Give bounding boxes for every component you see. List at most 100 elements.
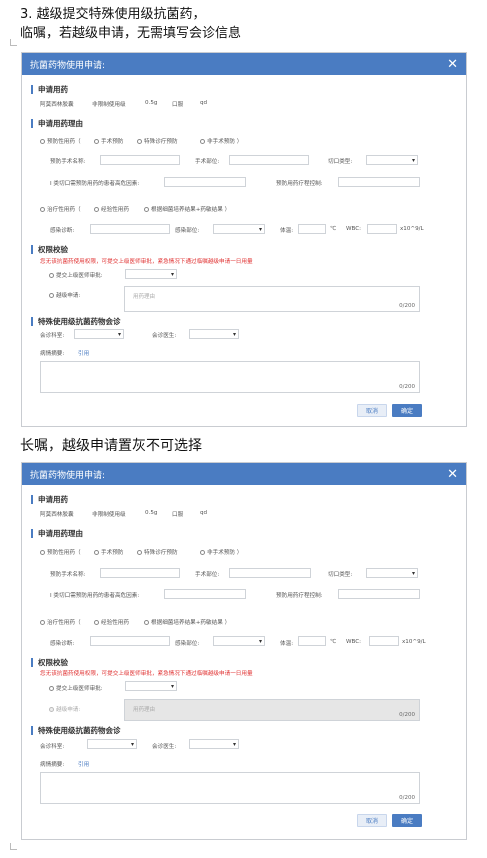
consult-dept-select[interactable]: ▾ xyxy=(74,329,124,339)
radio-culture-result[interactable]: 根据细菌培养结果+药敏结果 ） xyxy=(144,205,230,213)
radio-therapeutic[interactable]: 治疗性用药（ xyxy=(40,205,81,213)
radio-skip-apply[interactable]: 越级申请: xyxy=(49,291,80,299)
wbc-input[interactable] xyxy=(367,224,397,234)
radio-culture-result[interactable]: 根据细菌培养结果+药敏结果 ） xyxy=(144,618,230,626)
drug-frequency: qd xyxy=(200,510,208,516)
close-icon[interactable]: ✕ xyxy=(447,468,458,481)
radio-surgery-prevent[interactable]: 手术预防 xyxy=(94,548,123,556)
doc-line-1: 3. 越级提交特殊使用级抗菌药， xyxy=(20,7,206,22)
upper-doctor-select[interactable]: ▾ xyxy=(125,681,177,691)
risk-factor-input[interactable] xyxy=(164,589,246,599)
wbc-input[interactable] xyxy=(369,636,399,646)
radio-submit-upper[interactable]: 提交上级医师审批: xyxy=(49,684,103,692)
consult-dept-select[interactable]: ▾ xyxy=(87,739,137,749)
temperature-input[interactable] xyxy=(298,224,326,234)
doc-line-2: 临嘱，若越级申请，无需填写会诊信息 xyxy=(20,26,242,41)
label-surgery-site: 手术部位: xyxy=(195,159,220,165)
section-drug: 申请用药 xyxy=(31,494,68,505)
auth-warning: 您无该抗菌药使用权限，可提交上级医师审批，紧急情况下通过临嘱越级申请一日用量 xyxy=(40,671,253,677)
doc-caption-2: 长嘱，越级申请置灰不可选择 xyxy=(20,438,202,454)
surgery-site-input[interactable] xyxy=(229,155,309,165)
incision-type-select[interactable]: ▾ xyxy=(366,155,418,165)
chevron-down-icon: ▾ xyxy=(232,741,236,748)
infection-site-select[interactable]: ▾ xyxy=(213,636,265,646)
drug-route: 口服 xyxy=(172,512,184,518)
surgery-name-input[interactable] xyxy=(100,155,180,165)
chevron-down-icon: ▾ xyxy=(258,226,262,233)
radio-therapeutic[interactable]: 治疗性用药（ xyxy=(40,618,81,626)
label-wbc: WBC: xyxy=(346,226,362,232)
ok-button[interactable]: 确定 xyxy=(392,404,422,417)
page-corner-mark xyxy=(10,39,17,46)
cite-link[interactable]: 引用 xyxy=(78,760,89,768)
chevron-down-icon: ▾ xyxy=(411,157,415,164)
radio-surgery-prevent[interactable]: 手术预防 xyxy=(94,137,123,145)
radio-preventive[interactable]: 预防性用药（ xyxy=(40,548,81,556)
label-temperature: 体温: xyxy=(280,641,294,647)
consult-doctor-select[interactable]: ▾ xyxy=(189,329,239,339)
radio-submit-upper[interactable]: 提交上级医师审批: xyxy=(49,271,103,279)
upper-doctor-select[interactable]: ▾ xyxy=(125,269,177,279)
surgery-site-input[interactable] xyxy=(229,568,311,578)
section-consult: 特殊使用级抗菌药物会诊 xyxy=(31,316,121,327)
chevron-down-icon: ▾ xyxy=(258,638,262,645)
section-reason: 申请用药理由 xyxy=(31,118,83,129)
history-textarea[interactable]: 0/200 xyxy=(40,772,420,804)
label-temperature: 体温: xyxy=(280,228,294,234)
label-risk-factor: I 类切口需预防用药的患者高危因素: xyxy=(50,593,140,599)
section-auth: 权限校验 xyxy=(31,657,68,668)
radio-empirical[interactable]: 经验性用药 xyxy=(94,205,129,213)
radio-preventive[interactable]: 预防性用药（ xyxy=(40,137,81,145)
drug-dose: 0.5g xyxy=(145,100,158,106)
section-consult: 特殊使用级抗菌药物会诊 xyxy=(31,725,121,736)
label-diagnosis: 感染诊断: xyxy=(50,228,75,234)
risk-factor-input[interactable] xyxy=(164,177,246,187)
dialog-title: 抗菌药物使用申请: xyxy=(30,470,106,481)
antibiotic-dialog-2: 抗菌药物使用申请: ✕ 申请用药 阿莫西林胶囊 非限制使用级 0.5g 口服 q… xyxy=(21,462,467,840)
radio-nonsurgery-prevent[interactable]: 非手术预防 ） xyxy=(200,548,242,556)
radio-empirical[interactable]: 经验性用药 xyxy=(94,618,129,626)
surgery-name-input[interactable] xyxy=(100,568,180,578)
wbc-unit: x10^9/L xyxy=(400,226,424,232)
label-surgery-name: 预防手术名称: xyxy=(50,159,86,165)
course-control-input[interactable] xyxy=(338,177,420,187)
cancel-button[interactable]: 取消 xyxy=(357,814,387,827)
drug-route: 口服 xyxy=(172,102,184,108)
radio-special-prevent[interactable]: 特殊诊疗预防 xyxy=(137,137,178,145)
chevron-down-icon: ▾ xyxy=(411,570,415,577)
label-consult-dept: 会诊科室: xyxy=(40,744,65,750)
drug-frequency: qd xyxy=(200,100,208,106)
radio-special-prevent[interactable]: 特殊诊疗预防 xyxy=(137,548,178,556)
antibiotic-dialog-1: 抗菌药物使用申请: ✕ 申请用药 阿莫西林胶囊 非限制使用级 0.5g 口服 q… xyxy=(21,52,467,427)
incision-type-select[interactable]: ▾ xyxy=(366,568,418,578)
skip-reason-textarea-disabled: 用药理由 0/200 xyxy=(124,699,420,721)
consult-doctor-select[interactable]: ▾ xyxy=(189,739,239,749)
label-wbc: WBC: xyxy=(346,639,362,645)
skip-reason-placeholder: 用药理由 xyxy=(133,294,156,300)
course-control-input[interactable] xyxy=(338,589,420,599)
cite-link[interactable]: 引用 xyxy=(78,349,89,357)
chevron-down-icon: ▾ xyxy=(232,331,236,338)
drug-dose: 0.5g xyxy=(145,510,158,516)
chevron-down-icon: ▾ xyxy=(117,331,121,338)
diagnosis-input[interactable] xyxy=(90,224,170,234)
label-consult-doctor: 会诊医生: xyxy=(152,333,177,339)
close-icon[interactable]: ✕ xyxy=(447,58,458,71)
char-count: 0/200 xyxy=(399,795,415,801)
drug-name: 阿莫西林胶囊 xyxy=(40,512,74,518)
dialog-titlebar: 抗菌药物使用申请: ✕ xyxy=(22,53,466,75)
char-count: 0/200 xyxy=(399,384,415,390)
diagnosis-input[interactable] xyxy=(90,636,170,646)
temperature-input[interactable] xyxy=(298,636,326,646)
section-auth: 权限校验 xyxy=(31,244,68,255)
section-reason: 申请用药理由 xyxy=(31,528,83,539)
char-count: 0/200 xyxy=(399,303,415,309)
radio-nonsurgery-prevent[interactable]: 非手术预防 ） xyxy=(200,137,242,145)
skip-reason-textarea[interactable]: 用药理由 0/200 xyxy=(124,286,420,312)
cancel-button[interactable]: 取消 xyxy=(357,404,387,417)
infection-site-select[interactable]: ▾ xyxy=(213,224,265,234)
history-textarea[interactable]: 0/200 xyxy=(40,361,420,393)
label-incision-type: 切口类型: xyxy=(328,572,353,578)
skip-reason-placeholder: 用药理由 xyxy=(133,707,156,713)
ok-button[interactable]: 确定 xyxy=(392,814,422,827)
